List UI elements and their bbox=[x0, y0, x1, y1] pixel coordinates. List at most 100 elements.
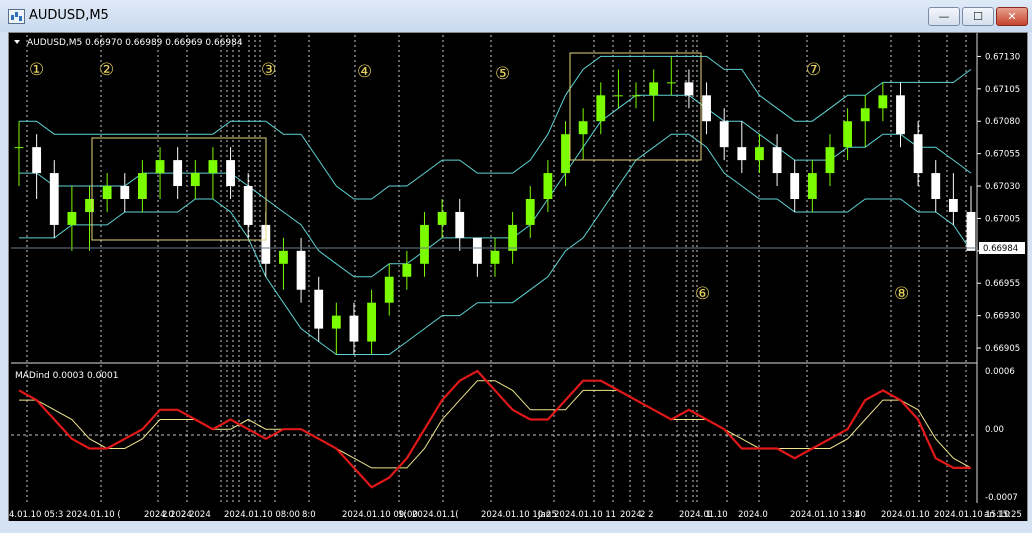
candle-body bbox=[296, 250, 306, 290]
indicator-header: MADind 0.0003 0.0001 bbox=[15, 371, 118, 381]
candle-body bbox=[966, 211, 976, 251]
time-tick-label: 2024.01.10 bbox=[679, 510, 728, 520]
close-icon: ✕ bbox=[1007, 10, 1017, 23]
mad-indicator bbox=[18, 369, 972, 489]
window-titlebar: AUDUSD,M5 — ☐ ✕ bbox=[0, 0, 1032, 32]
candle-body bbox=[737, 147, 747, 161]
candle-body bbox=[102, 186, 112, 199]
current-price-label: 0.66984 bbox=[983, 244, 1018, 254]
candle-body bbox=[614, 95, 623, 97]
candle-body bbox=[173, 160, 183, 187]
time-tick-label: 2024 bbox=[620, 510, 642, 520]
indicator-tick-label: -0.0007 bbox=[985, 493, 1018, 503]
price-tick-label: 0.67080 bbox=[985, 117, 1020, 127]
time-tick-label: 2 2 bbox=[640, 510, 654, 520]
candle-body bbox=[437, 211, 447, 225]
candle-body bbox=[85, 199, 94, 212]
close-button[interactable]: ✕ bbox=[996, 7, 1028, 26]
candle-body bbox=[596, 95, 606, 122]
maximize-icon: ☐ bbox=[973, 10, 983, 23]
minimize-icon: — bbox=[938, 10, 950, 23]
time-tick-label: Jan bbox=[537, 510, 551, 520]
candle-body bbox=[790, 173, 800, 199]
candle-body bbox=[279, 250, 288, 264]
marker-label: ⑥ bbox=[695, 284, 710, 304]
candle-body bbox=[384, 276, 394, 303]
candle-body bbox=[367, 302, 376, 342]
candle-body bbox=[755, 147, 764, 161]
candle-body bbox=[913, 134, 923, 174]
candle-body bbox=[49, 173, 59, 225]
marker-label: ⑧ bbox=[894, 284, 909, 304]
price-tick-label: 0.67030 bbox=[985, 182, 1020, 192]
price-tick-label: 0.67005 bbox=[985, 214, 1020, 224]
candle-body bbox=[525, 199, 535, 225]
price-chart-svg[interactable]: ① ② ③ ④ ⑤ ⑥ ⑦ ⑧ AUDUSD,M5 0.66970 0.66989 0.669… bbox=[9, 33, 1027, 521]
candle-body bbox=[243, 186, 253, 225]
collapse-triangle-icon[interactable] bbox=[14, 40, 20, 44]
time-tick-label: 2024.01.10 11 bbox=[554, 510, 616, 520]
time-tick-label: 1( bbox=[398, 510, 407, 520]
candle-body bbox=[719, 121, 729, 148]
marker-label: ⑤ bbox=[495, 64, 510, 84]
marker-label: ④ bbox=[357, 62, 372, 82]
minimize-button[interactable]: — bbox=[928, 7, 960, 26]
candle-body bbox=[772, 147, 782, 174]
highlight-box bbox=[91, 137, 267, 241]
time-tick-label: 2024.0 bbox=[738, 510, 768, 520]
candle-body bbox=[14, 147, 24, 149]
time-tick-label: 2024.01.10 bbox=[881, 510, 930, 520]
chart-area[interactable]: ① ② ③ ④ ⑤ ⑥ ⑦ ⑧ AUDUSD,M5 0.66970 0.66989 0.669… bbox=[8, 32, 1028, 522]
candle-body bbox=[878, 95, 888, 109]
time-tick-label: 2024.01.1( bbox=[412, 510, 459, 520]
marker-label: ② bbox=[99, 60, 114, 80]
candle-body bbox=[843, 121, 852, 148]
price-tick-label: 0.67105 bbox=[985, 85, 1020, 95]
candle-body bbox=[120, 186, 130, 199]
indicator-tick-label: 0.0006 bbox=[985, 367, 1015, 377]
time-tick-label: an 15:25 bbox=[984, 510, 1022, 520]
candle-body bbox=[420, 224, 429, 264]
price-tick-label: 0.66905 bbox=[985, 344, 1020, 354]
candle-body bbox=[349, 315, 359, 342]
highlight-box bbox=[569, 52, 702, 161]
time-tick-label: 1 bbox=[706, 510, 711, 520]
chart-window-icon bbox=[8, 9, 25, 24]
price-axis: 0.67130 0.67105 0.67080 0.67055 0.67030 0.670… bbox=[977, 52, 1020, 354]
candle-body bbox=[155, 160, 165, 174]
marker-label: ① bbox=[29, 60, 44, 80]
time-tick-label: 2 2024 bbox=[181, 510, 211, 520]
vertical-gridlines bbox=[26, 35, 967, 503]
candle-body bbox=[578, 121, 588, 135]
marker-label: ③ bbox=[261, 60, 276, 80]
maximize-button[interactable]: ☐ bbox=[962, 7, 994, 26]
candle-body bbox=[896, 95, 905, 135]
candle-body bbox=[825, 147, 835, 174]
mad-line bbox=[18, 369, 971, 489]
window-title: AUDUSD,M5 bbox=[29, 8, 109, 23]
candle-body bbox=[472, 237, 482, 264]
main-panel-header: AUDUSD,M5 0.66970 0.66989 0.66969 0.6698… bbox=[27, 38, 243, 48]
marker-label: ⑦ bbox=[806, 60, 821, 80]
candlesticks bbox=[14, 56, 976, 355]
indicator-panel-frame bbox=[11, 365, 977, 501]
candle-body bbox=[666, 82, 676, 84]
candle-body bbox=[631, 95, 641, 97]
price-tick-label: 0.66930 bbox=[985, 312, 1020, 322]
time-tick-label: 2024.01.10 ( bbox=[66, 510, 121, 520]
candle-body bbox=[226, 160, 235, 187]
time-tick-label: 4.01.10 05:3 bbox=[9, 510, 63, 520]
candle-body bbox=[684, 82, 694, 96]
time-tick-label: 8:0 bbox=[302, 510, 316, 520]
candle-body bbox=[543, 173, 553, 199]
price-tick-label: 0.66955 bbox=[985, 279, 1020, 289]
candle-body bbox=[67, 211, 77, 225]
candle-body bbox=[138, 173, 147, 199]
candle-body bbox=[948, 199, 958, 212]
candle-body bbox=[807, 173, 817, 199]
highlight-boxes bbox=[91, 52, 702, 241]
candle-body bbox=[931, 173, 941, 199]
candle-body bbox=[508, 224, 518, 251]
candle-body bbox=[32, 147, 42, 174]
time-tick-label: 2024.01.10 08:00 bbox=[224, 510, 300, 520]
